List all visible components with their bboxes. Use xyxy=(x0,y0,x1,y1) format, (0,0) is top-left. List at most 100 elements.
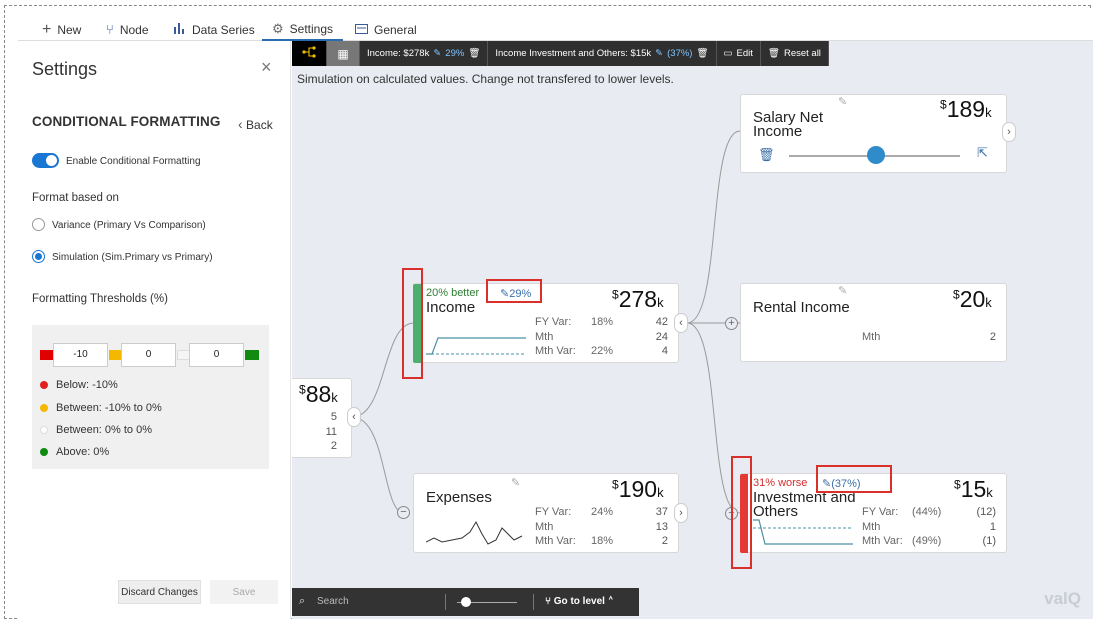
radio-simulation[interactable] xyxy=(32,250,45,263)
node-value: $190k xyxy=(612,476,664,502)
expand-button[interactable]: › xyxy=(1002,122,1016,142)
income-badge: 20% better xyxy=(426,287,480,299)
legend-below: Below: -10% xyxy=(40,379,118,391)
pencil-icon[interactable]: ✎ xyxy=(511,476,520,489)
search-input[interactable]: Search xyxy=(317,596,349,607)
income-value: 278 xyxy=(618,286,658,312)
legend-between-2: Between: 0% to 0% xyxy=(40,424,152,436)
tab-general[interactable]: General xyxy=(355,18,417,41)
close-icon[interactable]: × xyxy=(261,57,272,78)
highlight-box xyxy=(816,465,892,493)
row-pct: (44%) xyxy=(912,506,942,518)
tab-settings[interactable]: ⚙ Settings xyxy=(262,18,344,41)
salary-node-card[interactable]: Salary Net Income ✎ $189k 🗑 ⇱ xyxy=(740,94,1007,173)
income-node-card[interactable]: 20% better ✎29% Income $278k FY Var: 18%… xyxy=(413,283,679,363)
investment-value: 15 xyxy=(960,476,987,502)
green-dot-icon xyxy=(40,448,48,456)
radio-variance-label: Variance (Primary Vs Comparison) xyxy=(52,220,206,231)
row-label: Mth Var: xyxy=(535,535,576,547)
trash-icon[interactable]: 🗑 xyxy=(758,147,775,163)
legend-label: Between: -10% to 0% xyxy=(56,402,162,414)
top-toolbar: + New ⑂ Node Data Series ⚙ Settings Gene… xyxy=(18,9,1093,41)
red-dot-icon xyxy=(40,381,48,389)
rental-title: Rental Income xyxy=(753,299,850,316)
collapse-button[interactable]: ‹ xyxy=(674,313,688,333)
simulation-slider-thumb[interactable] xyxy=(867,146,886,164)
rental-node-card[interactable]: Rental Income ✎ $20k Mth 2 xyxy=(740,283,1007,362)
valq-logo: valQ xyxy=(1044,589,1081,608)
row-pct: 18% xyxy=(591,316,614,328)
row-label: Mth Var: xyxy=(535,345,576,357)
node-value: $88k xyxy=(299,381,338,407)
node-value: $278k xyxy=(612,286,664,312)
enable-formatting-toggle[interactable] xyxy=(32,153,59,168)
yellow-dot-icon xyxy=(40,404,48,412)
radio-simulation-label: Simulation (Sim.Primary vs Primary) xyxy=(52,252,213,263)
row-num: 13 xyxy=(655,521,668,533)
node-icon: ⑂ xyxy=(106,22,114,37)
legend-above: Above: 0% xyxy=(40,446,109,458)
salary-value: 189 xyxy=(946,96,986,122)
row-num: 2 xyxy=(661,535,668,547)
row-num: 1 xyxy=(989,521,996,533)
thresholds-box: -10 0 0 Below: -10% Between: -10% to 0% … xyxy=(32,325,269,469)
legend-label: Above: 0% xyxy=(56,446,110,458)
white-dot-icon xyxy=(40,426,48,434)
expand-circle-icon[interactable]: + xyxy=(725,317,738,330)
tab-new[interactable]: + New xyxy=(42,18,81,41)
legend-label: Between: 0% to 0% xyxy=(56,424,153,436)
income-sparkline xyxy=(426,337,526,355)
threshold-input-2[interactable]: 0 xyxy=(121,343,176,367)
root-node-card[interactable]: $88k 5 11 2 xyxy=(292,378,352,458)
row-num: (1) xyxy=(982,535,996,547)
share-icon[interactable]: ⇱ xyxy=(977,145,988,161)
back-button[interactable]: ‹ Back xyxy=(238,116,273,132)
tab-label: Data Series xyxy=(192,22,255,37)
highlight-box xyxy=(486,279,542,303)
tree-canvas: ▦ Income: $278k ✎ 29% 🗑 Income Investmen… xyxy=(292,41,1093,619)
row-label: FY Var: xyxy=(862,506,899,518)
row-num: 42 xyxy=(655,316,668,328)
back-label: Back xyxy=(246,118,273,132)
save-button[interactable]: Save xyxy=(210,580,278,604)
chevron-left-icon: ‹ xyxy=(238,116,243,132)
tab-label: Node xyxy=(119,22,149,37)
root-value: 88 xyxy=(305,381,332,407)
row-num: 4 xyxy=(661,345,668,357)
highlight-box xyxy=(731,456,752,569)
root-row-3: 2 xyxy=(330,440,337,452)
tab-label: Settings xyxy=(289,21,334,36)
investment-badge: 31% worse xyxy=(753,477,808,489)
threshold-input-1[interactable]: -10 xyxy=(53,343,108,367)
pencil-icon[interactable]: ✎ xyxy=(838,95,847,108)
investment-sparkline xyxy=(753,519,853,545)
row-label: Mth xyxy=(862,331,881,343)
red-swatch xyxy=(40,350,54,360)
divider xyxy=(533,594,534,610)
card-icon xyxy=(355,22,368,37)
row-num: 37 xyxy=(655,506,668,518)
row-num: 2 xyxy=(989,331,996,343)
go-to-level-label: Go to level xyxy=(553,596,605,607)
collapse-circle-icon[interactable]: − xyxy=(397,506,410,519)
discard-changes-button[interactable]: Discard Changes xyxy=(118,580,201,604)
zoom-slider-thumb[interactable] xyxy=(461,597,471,607)
expenses-node-card[interactable]: Expenses ✎ $190k FY Var: 24% 37 Mth 13 M… xyxy=(413,473,679,553)
go-to-level-button[interactable]: ⑂ Go to level ⌃ xyxy=(545,596,614,607)
collapse-button[interactable]: ‹ xyxy=(347,407,361,427)
threshold-input-3[interactable]: 0 xyxy=(189,343,244,367)
tab-data-series[interactable]: Data Series xyxy=(174,18,255,41)
radio-variance[interactable] xyxy=(32,218,45,231)
plus-icon: + xyxy=(42,20,52,38)
row-pct: 24% xyxy=(591,506,614,518)
row-pct: 22% xyxy=(591,345,614,357)
row-label: FY Var: xyxy=(535,506,572,518)
row-label: Mth xyxy=(862,521,881,533)
tab-node[interactable]: ⑂ Node xyxy=(106,18,149,41)
row-label: FY Var: xyxy=(535,316,572,328)
income-title: Income xyxy=(426,299,476,316)
pencil-icon[interactable]: ✎ xyxy=(838,284,847,297)
gear-icon: ⚙ xyxy=(272,20,284,36)
tree-icon: ⑂ xyxy=(545,596,551,607)
collapse-button[interactable]: › xyxy=(674,503,688,523)
